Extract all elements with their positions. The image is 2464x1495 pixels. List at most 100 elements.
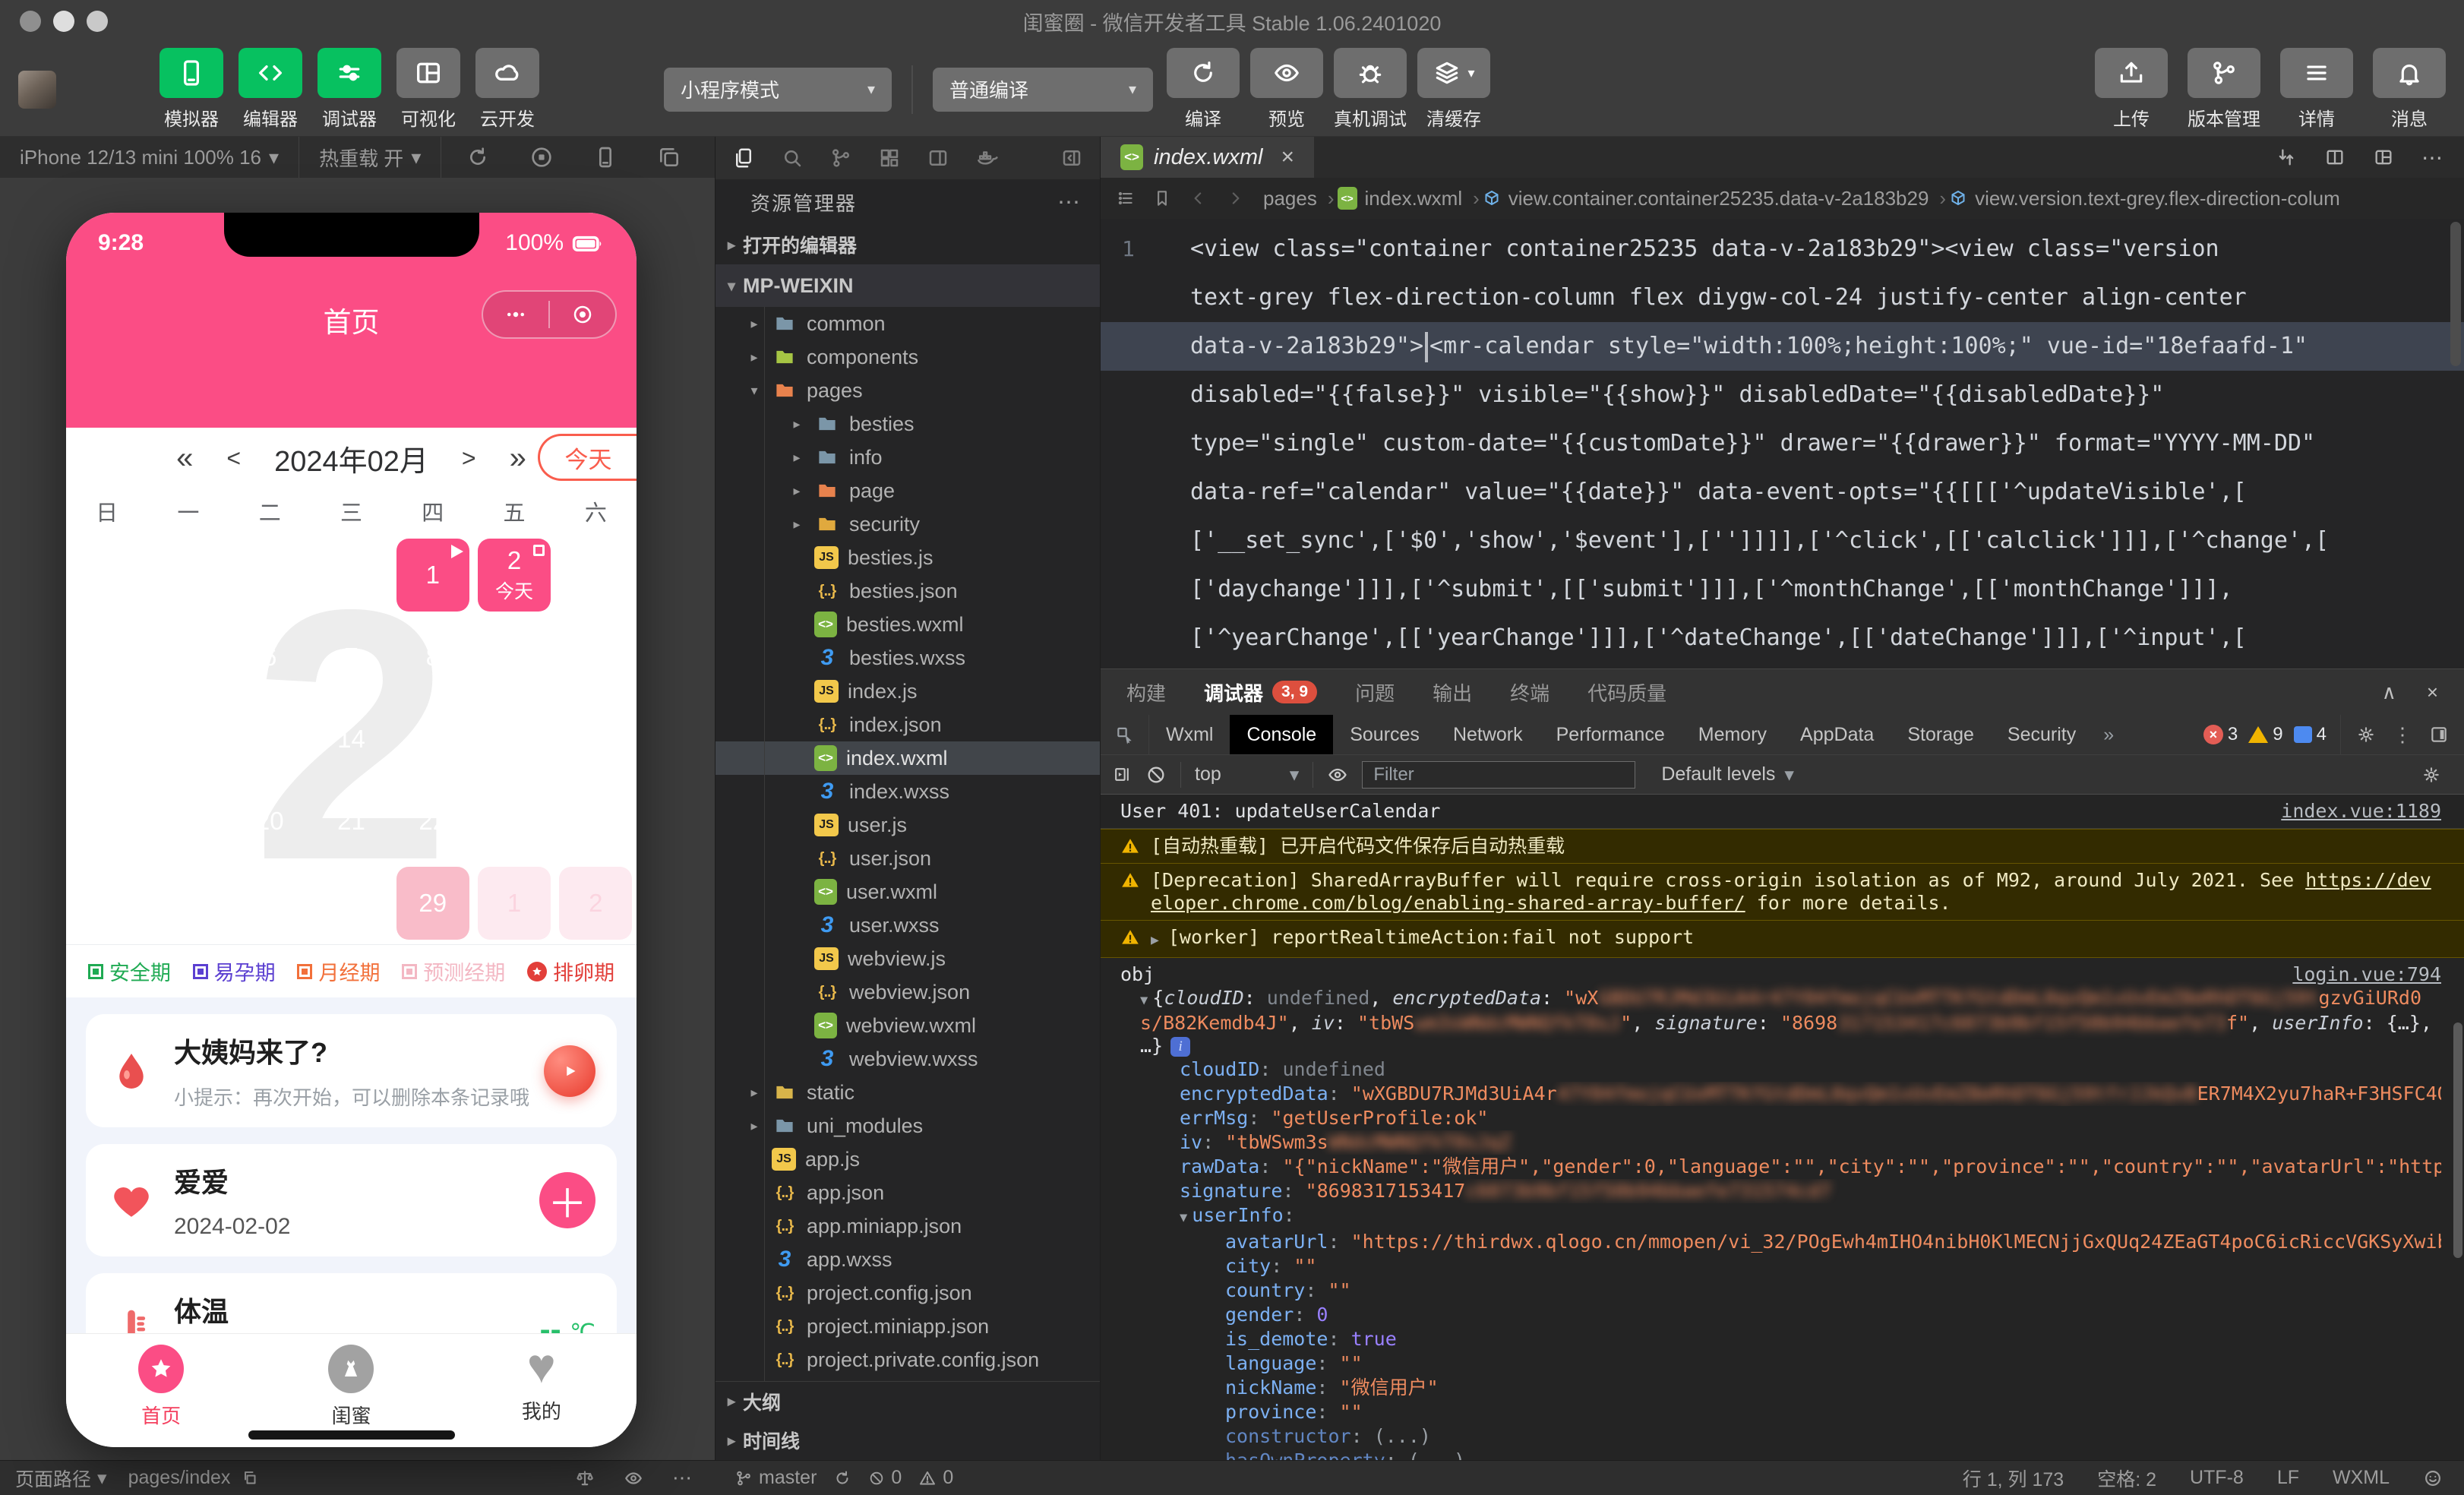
toolbar-toggle-button[interactable]: 可视化 [392, 48, 465, 131]
code-line[interactable]: text-grey flex-direction-column flex diy… [1101, 273, 2464, 322]
docker-icon[interactable] [975, 147, 998, 169]
encoding-setting[interactable]: UTF-8 [2190, 1467, 2244, 1489]
tab-index-wxml[interactable]: <> index.wxml × [1101, 137, 1314, 178]
add-record-button[interactable]: ＋ [539, 1172, 595, 1228]
tree-item[interactable]: ▸ page [716, 474, 1100, 507]
tree-item[interactable]: ▸ common [716, 307, 1100, 340]
code-line[interactable]: data-ref="calendar" value="{{date}}" dat… [1101, 468, 2464, 517]
toolbar-toggle-button[interactable]: 编辑器 [234, 48, 307, 131]
tree-item[interactable]: 3 webview.wxss [716, 1042, 1100, 1076]
object-property[interactable]: ▼ userInfo: [1120, 1203, 2441, 1230]
message-count-badge[interactable]: 4 [2293, 724, 2327, 745]
tree-item[interactable]: JS index.js [716, 675, 1100, 708]
problems-warnings[interactable]: 0 [918, 1467, 953, 1489]
calendar-day[interactable]: 7 [314, 621, 387, 694]
code-editor[interactable]: 1 <view class="container container25235 d… [1101, 219, 2464, 668]
git-icon[interactable] [829, 147, 852, 169]
tree-item[interactable]: 3 besties.wxss [716, 641, 1100, 675]
tree-item[interactable]: <> webview.wxml [716, 1009, 1100, 1042]
inspect-element-icon[interactable] [1101, 715, 1149, 754]
calendar-day[interactable]: 27 [233, 867, 306, 940]
code-line[interactable]: ['^yearChange',[['yearChange']]],['^date… [1101, 614, 2464, 662]
calendar-day[interactable]: 13 [233, 703, 306, 776]
problems-errors[interactable]: 0 [868, 1467, 902, 1489]
play-record-button[interactable] [544, 1045, 595, 1097]
panel-tab[interactable]: 问题 [1355, 678, 1395, 706]
tree-item[interactable]: {..} project.miniapp.json [716, 1310, 1100, 1343]
devtools-settings-icon[interactable] [2356, 725, 2376, 744]
calendar-day[interactable]: 6 [233, 621, 306, 694]
close-panel-icon[interactable]: × [2427, 681, 2438, 704]
devtools-tab[interactable]: Console [1230, 715, 1334, 754]
panel-tab[interactable]: 代码质量 [1587, 678, 1666, 706]
calendar-day[interactable]: 8 [396, 621, 469, 694]
clear-console-icon[interactable] [1145, 764, 1167, 785]
calendar-day[interactable]: 26 [152, 867, 225, 940]
calendar-day[interactable]: 4 [71, 621, 144, 694]
multi-window-icon[interactable] [657, 145, 681, 169]
devtools-tab[interactable]: Wxml [1149, 715, 1230, 754]
console-scrollbar[interactable] [2453, 1022, 2462, 1258]
copy-path-icon[interactable] [241, 1469, 259, 1487]
object-preview[interactable]: ▼ {cloudID: undefined, encryptedData: "wX… [1120, 987, 2441, 1057]
tree-item[interactable]: ▸ info [716, 441, 1100, 474]
breadcrumb-item[interactable]: view.version.text-grey.flex-direction-co… [1949, 187, 2340, 210]
code-line[interactable]: disabled="{{false}}" visible="{{show}}" … [1101, 371, 2464, 419]
language-mode[interactable]: WXML [2333, 1467, 2390, 1489]
tree-item[interactable]: JS besties.js [716, 541, 1100, 574]
object-property[interactable]: ▼is_demote: true [1120, 1327, 2441, 1351]
warning-count-badge[interactable]: 9 [2248, 724, 2283, 745]
calendar-day[interactable]: 18 [71, 785, 144, 858]
minimize-window-button[interactable] [53, 11, 74, 32]
tree-item[interactable]: {..} index.json [716, 708, 1100, 741]
editor-scrollbar[interactable] [2450, 222, 2461, 366]
toolbar-toggle-button[interactable]: 云开发 [471, 48, 544, 131]
record-card[interactable]: 体温2024-02-02 -- ℃ [86, 1273, 617, 1333]
calendar-day[interactable]: 22 [396, 785, 469, 858]
object-property[interactable]: ▼iv: "tbWSwm3sWNdcMWNQfkT0sJqZ [1120, 1130, 2441, 1155]
preview-icon[interactable] [624, 1466, 643, 1490]
dock-side-icon[interactable] [2429, 725, 2449, 744]
calendar-day[interactable]: 25 [71, 867, 144, 940]
record-card[interactable]: 大姨妈来了? 小提示：再次开始，可以删除本条记录哦 [86, 1014, 617, 1127]
object-property[interactable]: ▼cloudID: undefined [1120, 1057, 2441, 1082]
object-property[interactable]: ▼language: "" [1120, 1351, 2441, 1376]
calendar-day[interactable]: 1 [396, 539, 469, 612]
toolbar-toggle-button[interactable]: 调试器 [313, 48, 386, 131]
timeline-section[interactable]: ▸ 时间线 [716, 1421, 1100, 1460]
tree-item[interactable]: {..} project.config.json [716, 1276, 1100, 1310]
code-line[interactable]: 1 <view class="container container25235 d… [1101, 225, 2464, 273]
page-path-select[interactable]: 页面路径 [15, 1465, 107, 1492]
tree-item[interactable]: {..} app.miniapp.json [716, 1209, 1100, 1243]
close-window-button[interactable] [20, 11, 41, 32]
tree-item[interactable]: {..} webview.json [716, 975, 1100, 1009]
device-select[interactable]: iPhone 12/13 mini 100% 16 [0, 137, 300, 178]
panel-tab[interactable]: 输出 [1433, 678, 1472, 706]
breadcrumb-item[interactable]: pages › [1263, 187, 1338, 210]
devtools-tab[interactable]: Memory [1682, 715, 1783, 754]
expand-icon[interactable]: ▶ [1151, 929, 1159, 952]
miniapp-tab[interactable]: ♥ 我的 [447, 1334, 637, 1447]
object-property[interactable]: ▼avatarUrl: "https://thirdwx.qlogo.cn/mm… [1120, 1230, 2441, 1254]
live-expression-icon[interactable] [1327, 764, 1348, 785]
bookmark-icon[interactable] [1152, 188, 1172, 208]
more-actions-icon[interactable]: ⋯ [2421, 145, 2444, 170]
tree-item[interactable]: <> user.wxml [716, 875, 1100, 909]
object-property[interactable]: ▼nickName: "微信用户" [1120, 1376, 2441, 1400]
next-year-button[interactable]: » [510, 441, 526, 476]
miniapp-tab[interactable]: 首页 [66, 1334, 256, 1447]
toolbar-action-button[interactable]: 真机调试 [1334, 48, 1407, 131]
nav-back-icon[interactable] [1189, 188, 1208, 208]
toggle-changes-icon[interactable] [2276, 147, 2297, 168]
hot-reload-toggle[interactable]: 热重载 开 [299, 137, 442, 178]
search-icon[interactable] [781, 147, 804, 169]
split-editor-icon[interactable] [2324, 147, 2346, 168]
compile-mode-select[interactable]: 普通编译 [933, 67, 1153, 112]
calendar-day[interactable]: 21 [314, 785, 387, 858]
tree-item[interactable]: <> index.wxml [716, 741, 1100, 775]
files-icon[interactable] [732, 147, 755, 169]
code-line[interactable]: type="single" custom-date="{{customDate}… [1101, 419, 2464, 468]
calendar-day[interactable]: 24 [559, 785, 632, 858]
calendar-day[interactable]: 11 [71, 703, 144, 776]
toolbar-action-button[interactable]: 上传 [2095, 48, 2168, 131]
